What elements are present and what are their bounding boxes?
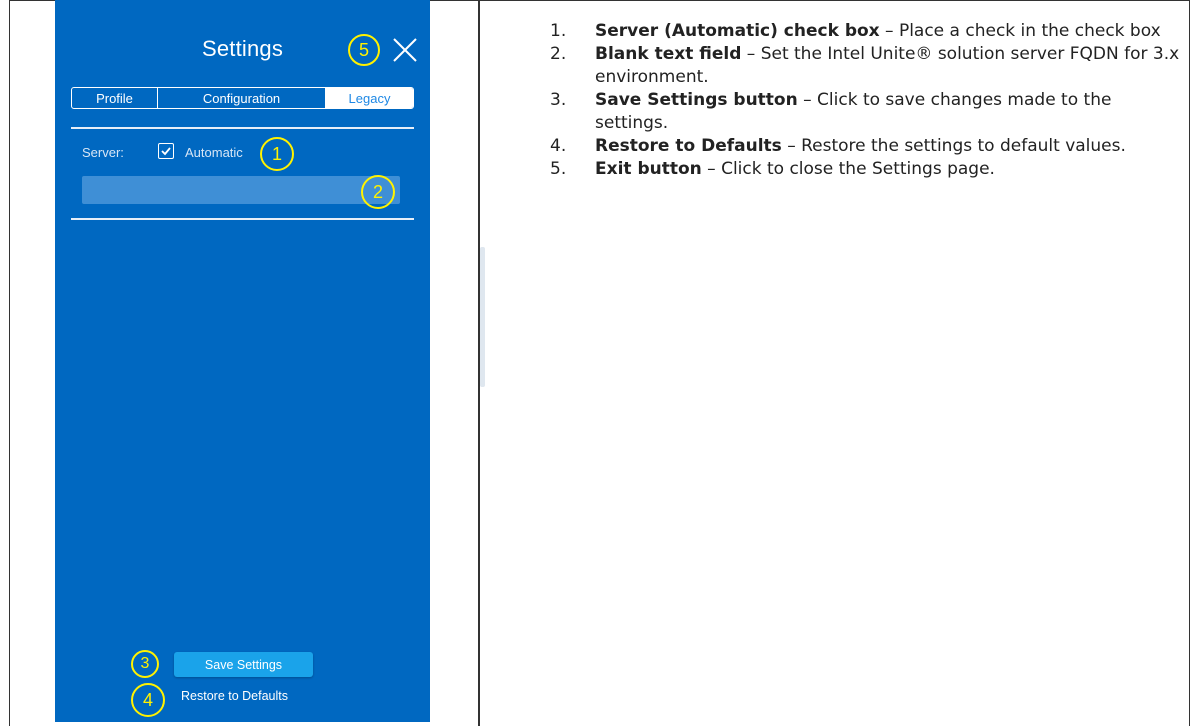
instruction-item: 2. Blank text field – Set the Intel Unit…: [550, 43, 1180, 89]
callout-1: 1: [260, 137, 294, 171]
tab-legacy[interactable]: Legacy: [326, 88, 413, 108]
scroll-handle[interactable]: [480, 247, 485, 387]
settings-panel: Settings Profile Configuration Legacy Se…: [55, 0, 485, 722]
step-title: Blank text field: [595, 44, 742, 64]
step-text: – Click to close the Settings page.: [701, 159, 995, 179]
server-label: Server:: [82, 145, 124, 160]
callout-2: 2: [361, 175, 395, 209]
callout-3: 3: [131, 650, 159, 678]
step-number: 5.: [550, 159, 567, 179]
save-settings-button[interactable]: Save Settings: [174, 652, 313, 677]
instruction-item: 4. Restore to Defaults – Restore the set…: [550, 135, 1180, 158]
callout-4: 4: [131, 683, 165, 717]
step-number: 1.: [550, 21, 567, 41]
instructions-list: 1. Server (Automatic) check box – Place …: [550, 20, 1180, 181]
server-fqdn-field[interactable]: [82, 176, 400, 204]
close-button[interactable]: [389, 34, 421, 66]
step-title: Save Settings button: [595, 90, 798, 110]
tab-profile[interactable]: Profile: [72, 88, 158, 108]
divider-top: [71, 127, 414, 129]
callout-5: 5: [348, 34, 380, 66]
automatic-label: Automatic: [185, 145, 243, 160]
restore-defaults-link[interactable]: Restore to Defaults: [181, 689, 288, 703]
close-icon: [393, 38, 417, 62]
tab-configuration[interactable]: Configuration: [158, 88, 326, 108]
step-title: Restore to Defaults: [595, 136, 782, 156]
instruction-item: 5. Exit button – Click to close the Sett…: [550, 158, 1180, 181]
step-number: 4.: [550, 136, 567, 156]
instruction-item: 3. Save Settings button – Click to save …: [550, 89, 1180, 135]
step-title: Exit button: [595, 159, 702, 179]
instruction-item: 1. Server (Automatic) check box – Place …: [550, 20, 1180, 43]
step-number: 2.: [550, 44, 567, 64]
checkmark-icon: [161, 147, 171, 156]
divider-bottom: [71, 218, 414, 220]
step-title: Server (Automatic) check box: [595, 21, 880, 41]
automatic-checkbox[interactable]: [158, 143, 174, 159]
step-text: – Place a check in the check box: [879, 21, 1161, 41]
tab-bar: Profile Configuration Legacy: [71, 87, 414, 109]
step-text: – Restore the settings to default values…: [781, 136, 1126, 156]
step-number: 3.: [550, 90, 567, 110]
